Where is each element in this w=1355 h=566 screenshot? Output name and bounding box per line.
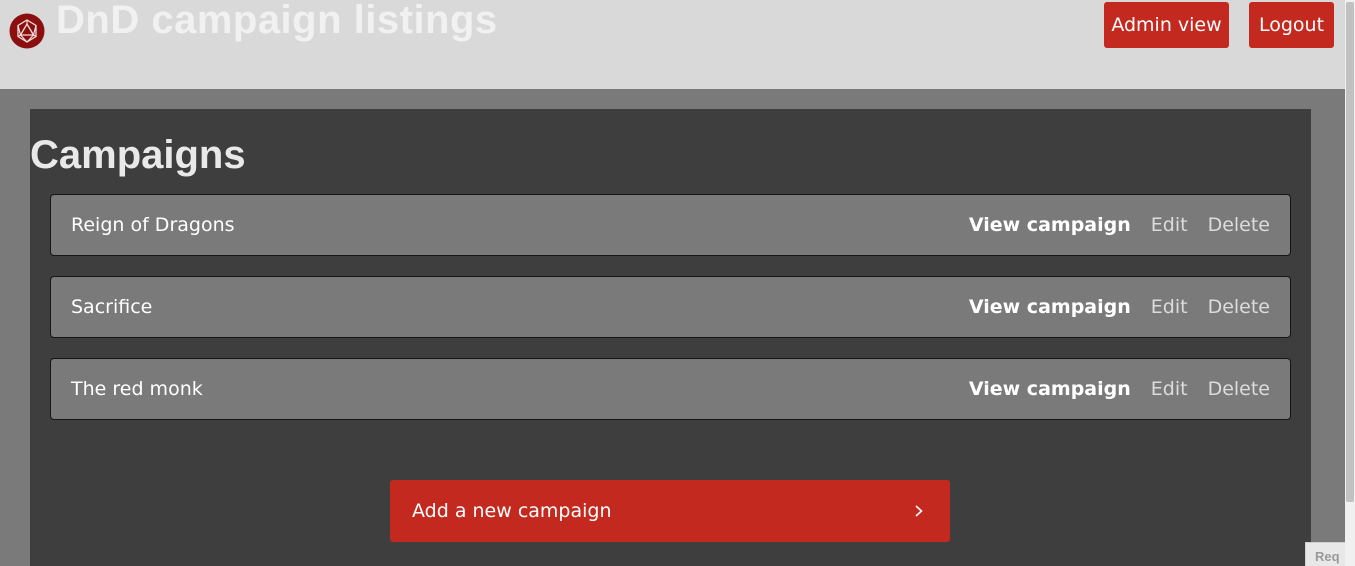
edit-link[interactable]: Edit [1151,214,1188,236]
scrollbar-thumb[interactable] [1346,2,1354,502]
view-campaign-link[interactable]: View campaign [969,296,1131,318]
d20-dice-icon [9,13,45,49]
campaigns-panel: Campaigns Reign of Dragons View campaign… [30,109,1311,566]
corner-badge-text: Req [1315,549,1340,564]
top-bar: DnD campaign listings Admin view Logout [0,0,1345,89]
campaign-row: Sacrifice View campaign Edit Delete [50,276,1291,338]
campaign-actions: View campaign Edit Delete [969,195,1270,255]
campaign-row: Reign of Dragons View campaign Edit Dele… [50,194,1291,256]
add-campaign-label: Add a new campaign [412,500,612,522]
campaign-actions: View campaign Edit Delete [969,359,1270,419]
logout-button[interactable]: Logout [1249,2,1334,48]
chevron-right-icon [915,505,923,517]
view-campaign-link[interactable]: View campaign [969,214,1131,236]
campaign-row: The red monk View campaign Edit Delete [50,358,1291,420]
edit-link[interactable]: Edit [1151,378,1188,400]
edit-link[interactable]: Edit [1151,296,1188,318]
delete-link[interactable]: Delete [1208,296,1270,318]
campaign-actions: View campaign Edit Delete [969,277,1270,337]
admin-view-button[interactable]: Admin view [1104,2,1229,48]
campaign-name: The red monk [71,378,203,400]
add-campaign-button[interactable]: Add a new campaign [390,480,950,542]
campaign-name: Reign of Dragons [71,214,235,236]
delete-link[interactable]: Delete [1208,214,1270,236]
campaign-name: Sacrifice [71,296,153,318]
delete-link[interactable]: Delete [1208,378,1270,400]
app-title: DnD campaign listings [56,0,498,42]
corner-badge[interactable]: Req [1305,542,1345,566]
view-campaign-link[interactable]: View campaign [969,378,1131,400]
page-title: Campaigns [30,133,246,177]
